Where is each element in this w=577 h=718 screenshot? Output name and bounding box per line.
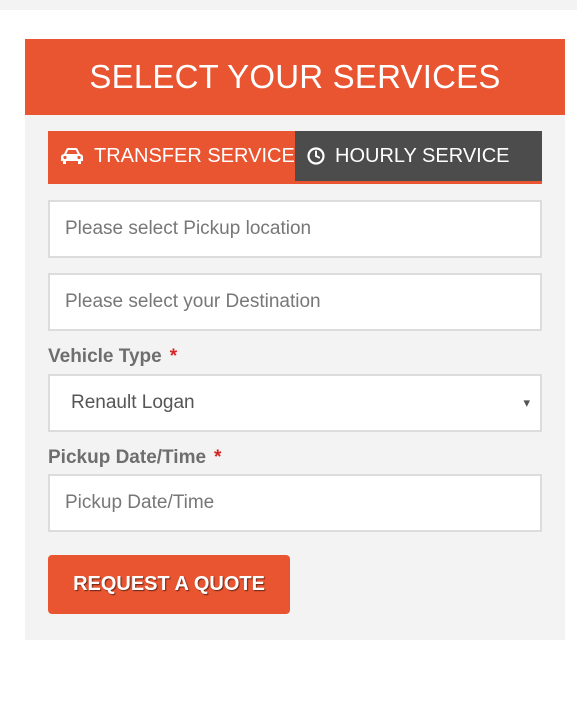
pickup-datetime-field[interactable] [48,474,542,532]
vehicle-type-select[interactable]: Renault Logan ▾ [48,374,542,432]
tab-hourly-service[interactable]: HOURLY SERVICE [295,131,542,181]
pickup-datetime-input[interactable] [65,492,540,514]
car-icon [60,147,84,165]
request-quote-button[interactable]: REQUEST A QUOTE [48,555,290,614]
card-header: SELECT YOUR SERVICES [25,39,565,115]
pickup-location-input[interactable] [65,218,540,240]
pickup-location-field[interactable] [48,200,542,258]
destination-field[interactable] [48,273,542,331]
top-strip [0,0,577,10]
destination-input[interactable] [65,291,540,313]
service-tabs: TRANSFER SERVICE HOURLY SERVICE [48,131,542,184]
chevron-down-icon: ▾ [523,395,530,410]
pickup-datetime-label: Pickup Date/Time * [48,447,221,469]
tab-transfer-label: TRANSFER SERVICE [94,144,295,167]
required-marker: * [214,447,222,468]
vehicle-type-label-text: Vehicle Type [48,346,162,367]
service-selector-card: SELECT YOUR SERVICES TRANSFER SERVICE HO… [25,39,565,640]
tab-hourly-label: HOURLY SERVICE [335,144,510,167]
required-marker: * [169,346,178,367]
clock-icon [307,147,325,165]
pickup-datetime-label-text: Pickup Date/Time [48,447,207,468]
page-title: SELECT YOUR SERVICES [89,58,501,95]
tab-transfer-service[interactable]: TRANSFER SERVICE [48,131,295,181]
request-quote-label: REQUEST A QUOTE [73,573,265,595]
vehicle-type-label: Vehicle Type * [48,346,177,368]
vehicle-type-value: Renault Logan [71,392,195,413]
